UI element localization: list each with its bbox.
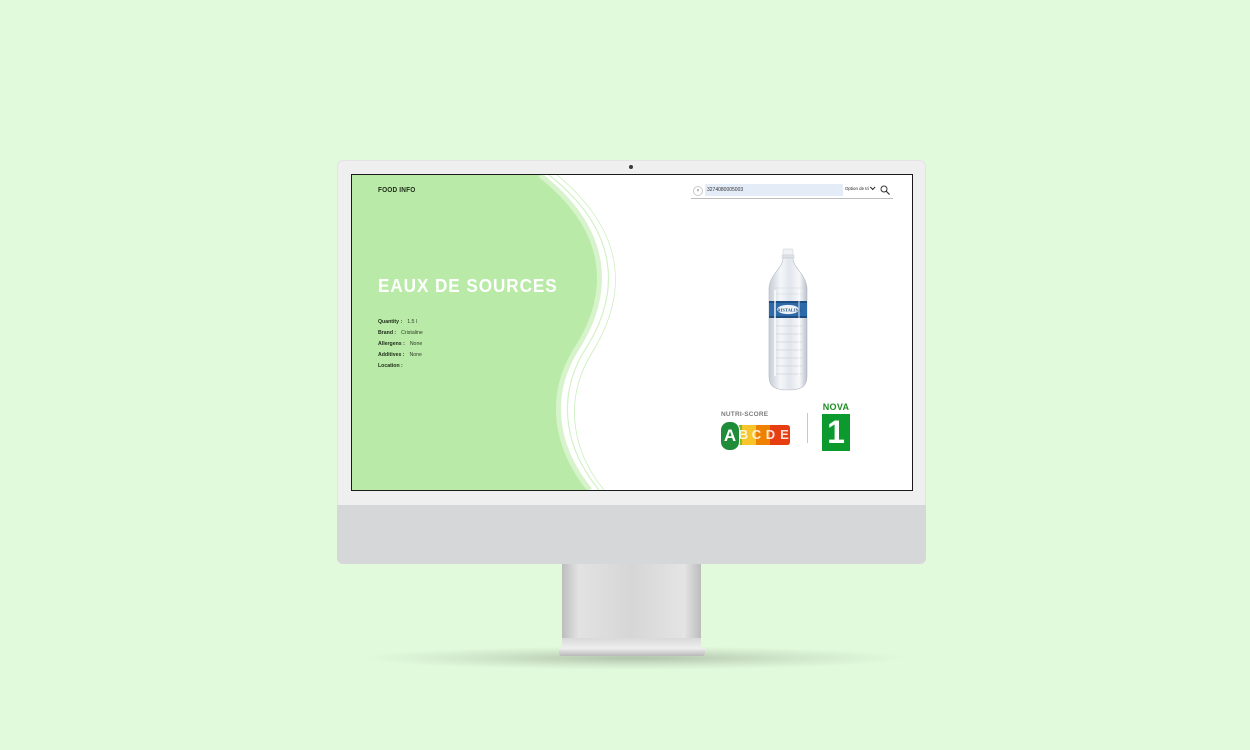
nutri-score-title: NUTRI-SCORE	[721, 411, 769, 418]
nutri-score-letter-c: C	[751, 427, 762, 442]
nutri-score-letter-e: E	[780, 427, 789, 442]
nova-label: NOVA	[822, 402, 850, 412]
app-brand[interactable]: FOOD INFO	[378, 187, 415, 194]
nutri-score-letter-a: A	[720, 421, 740, 451]
nutri-score-badge: NUTRI-SCORE A B C D E	[717, 408, 793, 451]
brand-label: Brand :	[378, 330, 397, 336]
score-divider	[807, 413, 808, 443]
allergens-value: None	[409, 341, 423, 347]
search-bar: × Option de tri	[691, 183, 893, 199]
search-input[interactable]	[705, 184, 843, 196]
quantity-value: 1.5 l	[407, 319, 418, 325]
camera-icon	[629, 165, 633, 169]
bottle-brand-logo: CRISTALINE	[774, 307, 802, 312]
allergens-label: Allergens :	[378, 341, 405, 347]
monitor-chin	[337, 505, 926, 564]
additives-value: None	[409, 352, 422, 358]
sort-select[interactable]: Option de tri	[845, 184, 876, 191]
product-info: Quantity : 1.5 l Brand : Cristaline Allerg…	[378, 319, 423, 374]
product-image: CRISTALINE	[768, 248, 808, 391]
info-row-quantity: Quantity : 1.5 l	[378, 319, 423, 330]
product-title: EAUX DE SOURCES	[378, 276, 558, 296]
nutri-score-scale: A B C D E	[720, 421, 791, 451]
nova-badge: NOVA 1	[821, 401, 851, 451]
nova-value: 1	[822, 413, 850, 451]
sort-select-label: Option de tri	[845, 186, 869, 191]
monitor-stand-foot	[559, 648, 705, 656]
app-screen: FOOD INFO × Option de tri EAUX DE SOURCE…	[351, 174, 913, 491]
close-icon[interactable]: ×	[693, 186, 703, 196]
info-row-allergens: Allergens : None	[378, 341, 423, 352]
info-row-brand: Brand : Cristaline	[378, 330, 423, 341]
search-icon[interactable]	[880, 185, 890, 195]
stage: FOOD INFO × Option de tri EAUX DE SOURCE…	[0, 0, 1250, 750]
nutri-score-letter-d: D	[765, 427, 776, 442]
monitor-stand-neck	[562, 564, 701, 644]
info-row-location: Location :	[378, 363, 423, 374]
location-label: Location :	[378, 363, 403, 369]
info-row-additives: Additives : None	[378, 352, 423, 363]
chevron-down-icon	[869, 184, 876, 191]
additives-label: Additives :	[378, 352, 405, 358]
brand-value: Cristaline	[401, 330, 423, 336]
quantity-label: Quantity :	[378, 319, 403, 325]
